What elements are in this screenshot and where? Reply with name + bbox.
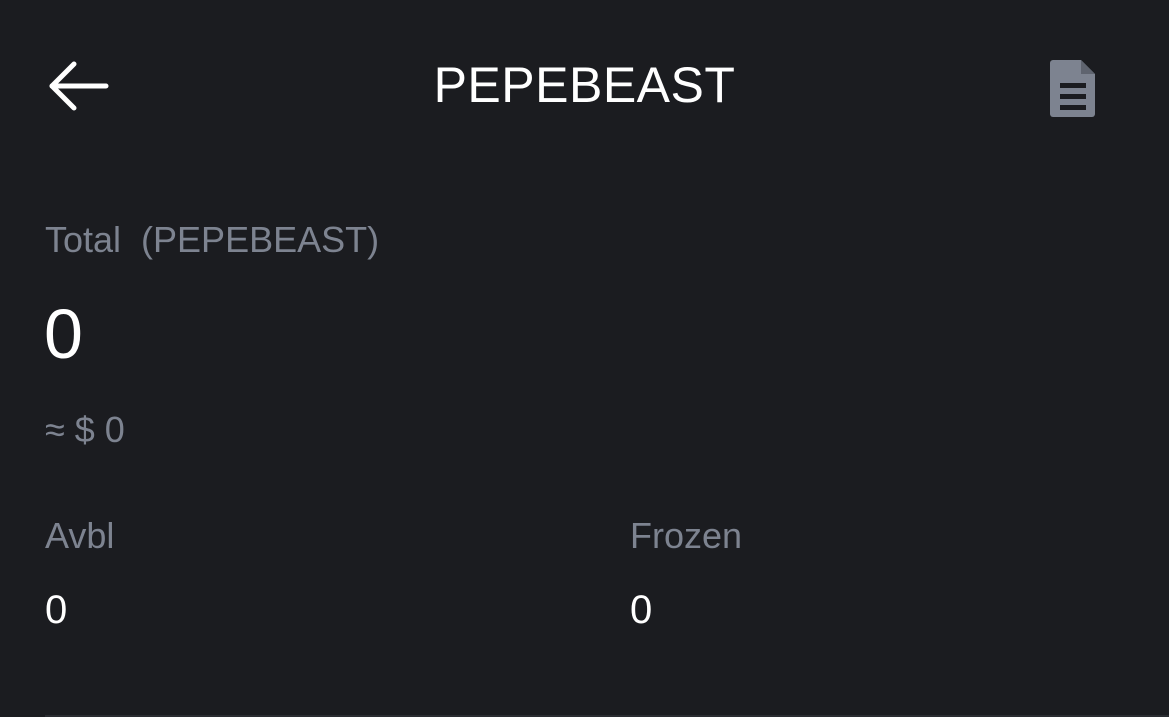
asset-detail-screen: PEPEBEAST Total (PEPEBEAST) 0 ≈ $ 0 Avbl… xyxy=(0,0,1169,717)
fiat-equivalent-value: ≈ $ 0 xyxy=(45,409,125,450)
page-title: PEPEBEAST xyxy=(433,57,736,113)
frozen-value: 0 xyxy=(630,588,653,632)
available-label: Avbl xyxy=(45,515,115,556)
document-icon xyxy=(1050,60,1095,117)
frozen-label: Frozen xyxy=(630,515,743,556)
available-value: 0 xyxy=(45,588,68,632)
total-balance-value: 0 xyxy=(44,295,83,373)
total-label: Total (PEPEBEAST) xyxy=(45,219,380,260)
transaction-records-button[interactable] xyxy=(1040,52,1106,124)
